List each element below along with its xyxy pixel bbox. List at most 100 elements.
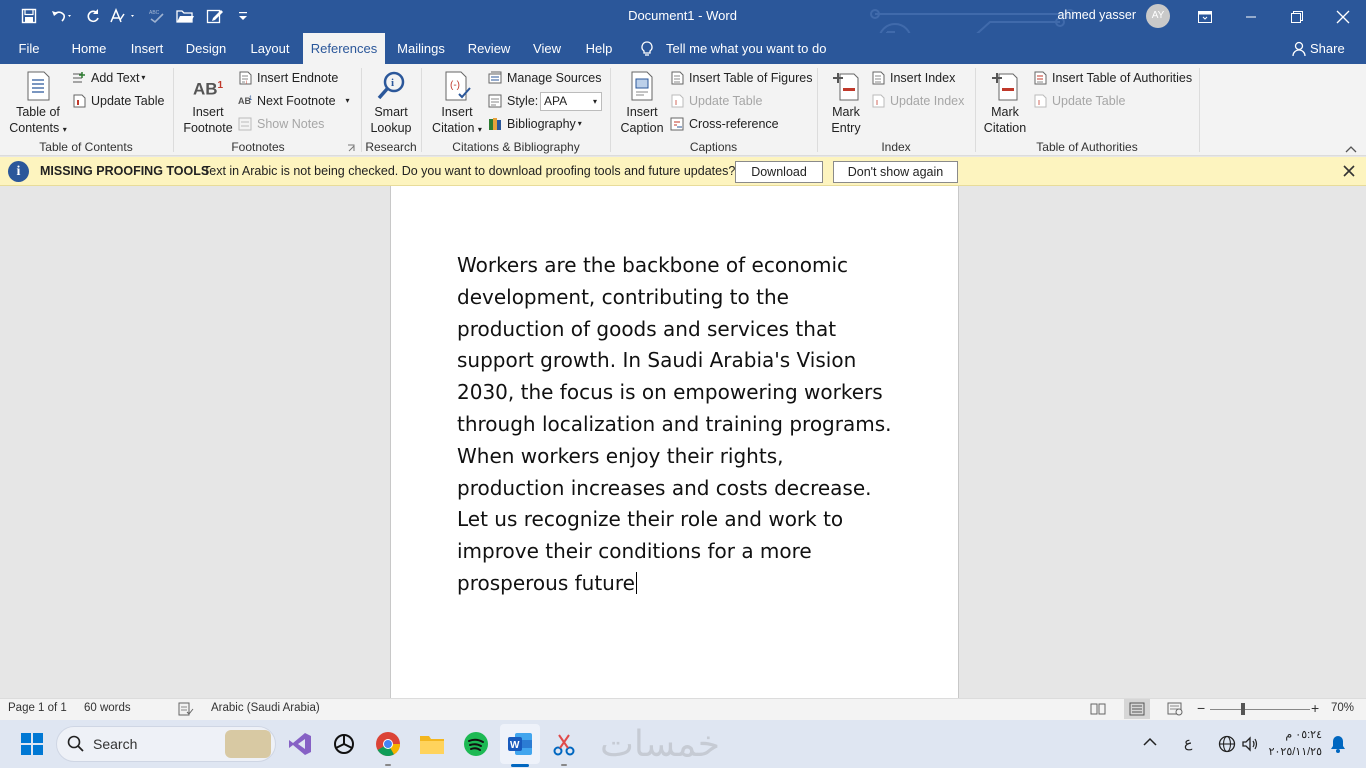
cross-reference-icon <box>670 117 685 131</box>
close-icon[interactable] <box>1343 165 1355 180</box>
draw-edit-icon[interactable] <box>204 6 226 26</box>
text-style-icon[interactable] <box>108 6 138 26</box>
spotify-icon[interactable] <box>456 724 496 764</box>
update-index-button[interactable]: Update Index <box>871 91 964 111</box>
mark-entry-button[interactable]: Mark Entry <box>820 70 872 136</box>
lightbulb-icon <box>640 41 654 60</box>
mark-citation-icon <box>989 70 1021 102</box>
input-language-indicator[interactable]: ع <box>1184 734 1192 751</box>
chevron-up-icon[interactable] <box>1143 736 1157 750</box>
undo-icon[interactable] <box>48 6 76 26</box>
clock-time[interactable]: ٠٥:٢٤ م <box>1270 728 1322 741</box>
update-table-captions-button[interactable]: Update Table <box>670 91 762 111</box>
update-table-toa-icon <box>1033 94 1048 108</box>
update-table-icon <box>72 94 87 108</box>
snipping-tool-icon[interactable] <box>544 724 584 764</box>
redo-icon[interactable] <box>82 6 104 26</box>
mark-entry-label-line1: Mark <box>832 105 860 119</box>
user-name[interactable]: ahmed yasser <box>1040 8 1136 22</box>
avatar[interactable]: AY <box>1146 4 1170 28</box>
insert-index-button[interactable]: Insert Index <box>871 68 955 88</box>
tab-help[interactable]: Help <box>580 33 618 64</box>
download-button[interactable]: Download <box>735 161 823 183</box>
show-notes-button[interactable]: Show Notes <box>238 114 324 134</box>
update-table-toa-button[interactable]: Update Table <box>1033 91 1125 111</box>
tab-design[interactable]: Design <box>182 33 230 64</box>
running-indicator <box>385 764 391 766</box>
start-windows-icon[interactable] <box>12 724 52 764</box>
next-footnote-button[interactable]: AB 1 Next Footnote ▾ <box>238 91 350 111</box>
footnote-icon-ab: AB <box>192 79 218 99</box>
language-indicator[interactable]: Arabic (Saudi Arabia) <box>211 702 320 714</box>
zoom-out-button[interactable]: − <box>1197 700 1205 716</box>
tell-me-search[interactable]: Tell me what you want to do <box>666 33 836 64</box>
table-of-contents-button[interactable]: Table of Contents ▾ <box>6 70 70 138</box>
show-notes-icon <box>238 117 253 131</box>
tab-references[interactable]: References <box>303 33 385 64</box>
insert-table-of-authorities-button[interactable]: Insert Table of Authorities <box>1033 68 1192 88</box>
insert-tof-label: Insert Table of Figures <box>689 71 813 85</box>
page-count[interactable]: Page 1 of 1 <box>8 702 67 714</box>
ribbon-display-options-icon[interactable] <box>1182 0 1228 33</box>
update-table-toc-button[interactable]: Update Table <box>72 91 164 111</box>
notification-bell-icon[interactable] <box>1330 735 1346 756</box>
watermark-logo: خمسات <box>600 724 721 765</box>
insert-footnote-button[interactable]: AB1 Insert Footnote <box>178 70 238 136</box>
tab-review[interactable]: Review <box>464 33 514 64</box>
add-text-button[interactable]: Add Text ▾ <box>72 68 145 88</box>
update-index-icon <box>871 94 886 108</box>
smart-lookup-button[interactable]: i Smart Lookup <box>364 70 418 136</box>
insert-table-of-figures-button[interactable]: Insert Table of Figures <box>670 68 812 88</box>
footnotes-dialog-launcher-icon[interactable] <box>347 142 356 156</box>
share-button[interactable]: Share <box>1310 33 1346 64</box>
chrome-icon[interactable] <box>368 724 408 764</box>
globe-network-icon[interactable] <box>1218 735 1236 756</box>
read-mode-icon[interactable] <box>1090 702 1106 719</box>
minimize-button[interactable] <box>1228 0 1274 33</box>
insert-endnote-button[interactable]: i Insert Endnote <box>238 68 338 88</box>
visual-studio-icon[interactable] <box>280 724 320 764</box>
mark-citation-label-line2: Citation <box>983 121 1027 135</box>
endnote-icon: i <box>238 71 253 86</box>
clock-date[interactable]: ٢٠٢٥/١١/٢٥ <box>1262 745 1322 758</box>
tab-home[interactable]: Home <box>66 33 112 64</box>
dont-show-again-button[interactable]: Don't show again <box>833 161 958 183</box>
zoom-slider-track[interactable] <box>1210 709 1310 710</box>
zoom-in-button[interactable]: + <box>1311 700 1319 716</box>
manage-sources-button[interactable]: Manage Sources <box>488 68 602 88</box>
tab-mailings[interactable]: Mailings <box>392 33 450 64</box>
proofing-icon[interactable] <box>178 702 194 719</box>
tab-view[interactable]: View <box>528 33 566 64</box>
close-button[interactable] <box>1320 0 1366 33</box>
customize-qat-icon[interactable] <box>232 6 254 26</box>
restore-button[interactable] <box>1274 0 1320 33</box>
tab-insert[interactable]: Insert <box>124 33 170 64</box>
save-icon[interactable] <box>18 6 40 26</box>
word-taskbar-icon[interactable]: W <box>500 724 540 764</box>
bibliography-button[interactable]: Bibliography ▾ <box>488 114 582 134</box>
word-count[interactable]: 60 words <box>84 702 131 714</box>
chatgpt-icon[interactable] <box>324 724 364 764</box>
mark-entry-label-line2: Entry <box>831 121 861 135</box>
cross-reference-button[interactable]: Cross-reference <box>670 114 779 134</box>
document-body[interactable]: Workers are the backbone of economic dev… <box>457 250 897 600</box>
speaker-icon[interactable] <box>1241 735 1259 756</box>
tab-layout[interactable]: Layout <box>244 33 296 64</box>
file-explorer-icon[interactable] <box>412 724 452 764</box>
zoom-level[interactable]: 70% <box>1331 702 1354 714</box>
smart-lookup-label-line1: Smart <box>374 105 408 119</box>
insert-caption-button[interactable]: Insert Caption <box>614 70 670 136</box>
collapse-ribbon-icon[interactable] <box>1345 142 1357 156</box>
tab-file[interactable]: File <box>10 33 48 64</box>
citation-style-select[interactable]: APA ▾ <box>540 92 602 111</box>
info-icon: i <box>8 161 29 182</box>
web-layout-icon[interactable] <box>1167 702 1183 719</box>
open-folder-icon[interactable] <box>174 6 196 26</box>
spelling-check-icon[interactable]: ABC <box>146 6 168 26</box>
taskbar-search-box[interactable]: Search <box>56 726 276 762</box>
insert-citation-button[interactable]: (-) Insert Citation ▾ <box>426 70 488 138</box>
mark-citation-button[interactable]: Mark Citation <box>978 70 1032 136</box>
style-label: Style: <box>507 94 539 108</box>
zoom-slider-thumb[interactable] <box>1241 703 1246 715</box>
insert-index-icon <box>871 71 886 85</box>
